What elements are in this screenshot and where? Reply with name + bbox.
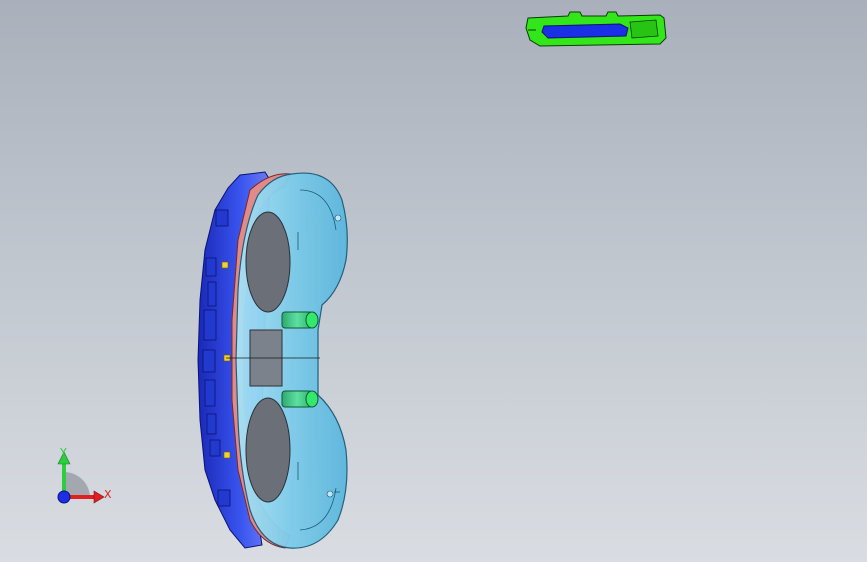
- graphics-viewport[interactable]: Y X: [0, 0, 867, 562]
- x-axis-label: X: [104, 488, 112, 501]
- y-axis-label: Y: [59, 446, 67, 459]
- model-scene[interactable]: Y X: [0, 0, 867, 562]
- coordinate-triad: Y X: [57, 446, 112, 504]
- z-axis-point: [57, 490, 71, 504]
- bracket-part[interactable]: [525, 11, 667, 47]
